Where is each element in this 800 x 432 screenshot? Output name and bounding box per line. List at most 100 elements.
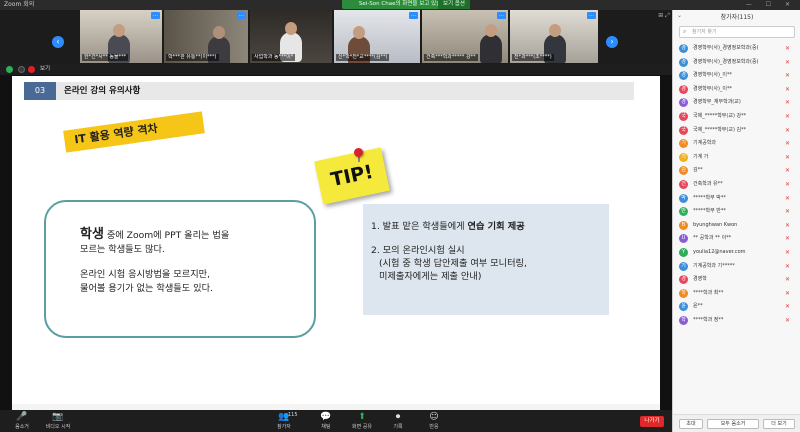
participants-button[interactable]: 👥 115 참가자 [266, 412, 302, 430]
participant-name: 경영학부(사)_경영정보학과(중) [693, 45, 759, 51]
muted-mic-icon: ✕ [785, 208, 791, 216]
muted-mic-icon: ✕ [785, 194, 791, 202]
video-tile[interactable]: 신*학*전*교****(김**) … [334, 10, 420, 63]
tip-emphasis: 연습 기회 제공 [467, 221, 525, 232]
participant-name: ** 공학과 ** 이** [693, 235, 732, 242]
participant-name: 경영학부(사)_이** [693, 85, 733, 92]
share-view-label[interactable]: 보기 [40, 65, 50, 74]
participant-name: youlia12@naver.com [693, 248, 746, 255]
more-icon[interactable]: … [237, 12, 246, 19]
muted-mic-icon: ✕ [785, 45, 791, 52]
shared-screen: 보기 03 온라인 강의 유의사항 IT 활용 역량 격차 TIP! 학생 중에… [0, 64, 672, 410]
participant-row[interactable]: 경 경영학부(사)_이** ✕ [673, 83, 800, 97]
more-icon[interactable]: … [587, 12, 596, 19]
prev-page-button[interactable]: ‹ [52, 36, 64, 48]
avatar: 학 [679, 315, 688, 325]
tip-subtext: (시험 중 학생 답안제출 여부 모니터링, [379, 258, 527, 269]
participant-name: 국제_*****학부(교) 강** [693, 112, 747, 119]
record-icon: ⏺ [395, 412, 401, 422]
issue-text: 온라인 시험 응시방법을 모르지만, [80, 269, 211, 280]
participant-row[interactable]: 경 경영학부_재무학과(교) ✕ [673, 96, 800, 110]
avatar: 기 [679, 261, 688, 271]
participant-row[interactable]: 국 국제_*****학부(교) 강** ✕ [673, 110, 800, 124]
participant-name: 윤** [693, 303, 703, 310]
more-button[interactable]: 더 보기 [763, 419, 795, 429]
avatar: 기 [679, 152, 688, 162]
more-icon[interactable]: … [151, 12, 160, 19]
window-controls[interactable]: — ☐ ✕ [746, 0, 796, 10]
participant-name: 경영학부(사)_이** [693, 72, 733, 79]
mute-button[interactable]: 🎤 음소거 [4, 412, 40, 430]
participant-row[interactable]: 건 건축학과 유** ✕ [673, 178, 800, 192]
participant-row[interactable]: Yyoulia12@naver.com ✕ [673, 246, 800, 260]
muted-mic-icon: ✕ [785, 248, 791, 256]
tile-name: 한*건*사** 동물*** [82, 54, 129, 61]
participant-row[interactable]: 학 ****학과 최** ✕ [673, 287, 800, 301]
mute-all-button[interactable]: 모두 음소거 [707, 419, 759, 429]
participant-row[interactable]: 국 국제_*****학부(교) 김** ✕ [673, 124, 800, 138]
avatar: 국 [679, 111, 688, 121]
tip-subtext: 미제출자에게는 제출 안내) [379, 271, 482, 282]
chevron-down-icon[interactable]: ⌄ [677, 12, 682, 19]
participant-row[interactable]: 박 *****학부 박** ✕ [673, 192, 800, 206]
avatar: 반 [679, 207, 688, 217]
chat-button[interactable]: 💬 채팅 [308, 412, 344, 430]
muted-mic-icon: ✕ [785, 167, 791, 175]
security-icon[interactable] [6, 66, 13, 73]
muted-mic-icon: ✕ [785, 221, 791, 229]
participant-row[interactable]: 경 경영학부(사)_경영정보학과(중) ✕ [673, 42, 800, 56]
avatar: 박 [679, 193, 688, 203]
tip-text: 2. 모의 온라인시험 실시 [371, 245, 465, 256]
share-header: 보기 [0, 64, 672, 75]
window-title: Zoom 회의 [4, 1, 35, 8]
muted-mic-icon: ✕ [785, 235, 791, 243]
avatar: 경 [679, 98, 688, 108]
invite-button[interactable]: 초대 [679, 419, 703, 429]
participant-row[interactable]: 기 기계 가 ✕ [673, 151, 800, 165]
share-screen-icon: ⬆ [358, 412, 366, 422]
more-icon[interactable]: … [409, 12, 418, 19]
strip-tools[interactable]: ⊞ ⤢ [658, 12, 670, 20]
zoom-window: Zoom 회의 — ☐ ✕ Sei-Son Chae의 화면을 보고 있습니다.… [0, 0, 800, 432]
participant-row[interactable]: 경 경영학부(사)_경영정보학과(중) ✕ [673, 56, 800, 70]
search-icon: ⌕ [683, 28, 687, 35]
muted-mic-icon: ✕ [785, 72, 791, 80]
view-options-button[interactable]: 보기 옵션 [438, 0, 470, 9]
avatar: 경 [679, 275, 688, 285]
tile-name: 신*학*전*교****(김**) [336, 54, 390, 61]
avatar: U [679, 234, 688, 244]
video-tile[interactable]: 한*건*사** 동물*** … [80, 10, 162, 63]
video-tile[interactable]: 사업학과 동***이* [250, 10, 332, 63]
tip-item-1: 1. 발표 맡은 학생들에게 연습 기회 제공 [371, 220, 609, 233]
participant-row[interactable]: 경 경영학 ✕ [673, 273, 800, 287]
participant-name: 김** [693, 167, 703, 174]
next-page-button[interactable]: › [606, 36, 618, 48]
video-tile[interactable]: 건축***학과***** 강** … [422, 10, 508, 63]
participant-count: 115 [288, 412, 298, 418]
muted-mic-icon: ✕ [785, 140, 791, 148]
participant-row[interactable]: 기 기계공학과 기***** ✕ [673, 260, 800, 274]
participant-row[interactable]: 반 *****학부 반** ✕ [673, 205, 800, 219]
record-button[interactable]: ⏺ 기록 [380, 412, 416, 430]
reactions-button[interactable]: ☺ 반응 [416, 412, 452, 430]
issue-paragraph-2: 온라인 시험 응시방법을 모르지만, 물어볼 용기가 없는 학생들도 있다. [80, 268, 314, 295]
participant-name: 건축학과 유** [693, 180, 723, 187]
participant-row[interactable]: 윤 윤** ✕ [673, 300, 800, 314]
participant-row[interactable]: Bbyunghwan Kwon ✕ [673, 219, 800, 233]
start-video-button[interactable]: 📷 비디오 시작 [40, 412, 76, 430]
video-tile[interactable]: 전*과***(조****) … [510, 10, 598, 63]
participant-row[interactable]: 경 경영학부(사)_이** ✕ [673, 69, 800, 83]
participant-row[interactable]: 김 김** ✕ [673, 164, 800, 178]
share-screen-button[interactable]: ⬆ 화면 공유 [344, 412, 380, 430]
participant-row[interactable]: U ** 공학과 ** 이** ✕ [673, 232, 800, 246]
participant-row[interactable]: 학 ****학과 정** ✕ [673, 314, 800, 328]
avatar: 김 [679, 166, 688, 176]
participant-search-input[interactable]: ⌕ 참가자 찾기 [679, 26, 795, 38]
leave-meeting-button[interactable]: 나가기 [640, 416, 664, 427]
muted-mic-icon: ✕ [785, 58, 791, 66]
participant-row[interactable]: 기 기계공학과 ✕ [673, 137, 800, 151]
tile-name: 전*과***(조****) [512, 54, 554, 61]
tip-item-2: 2. 모의 온라인시험 실시 (시험 중 학생 답안제출 여부 모니터링, 미제… [371, 244, 609, 283]
more-icon[interactable]: … [497, 12, 506, 19]
video-tile[interactable]: 학***관 유통**(이***) … [164, 10, 248, 63]
